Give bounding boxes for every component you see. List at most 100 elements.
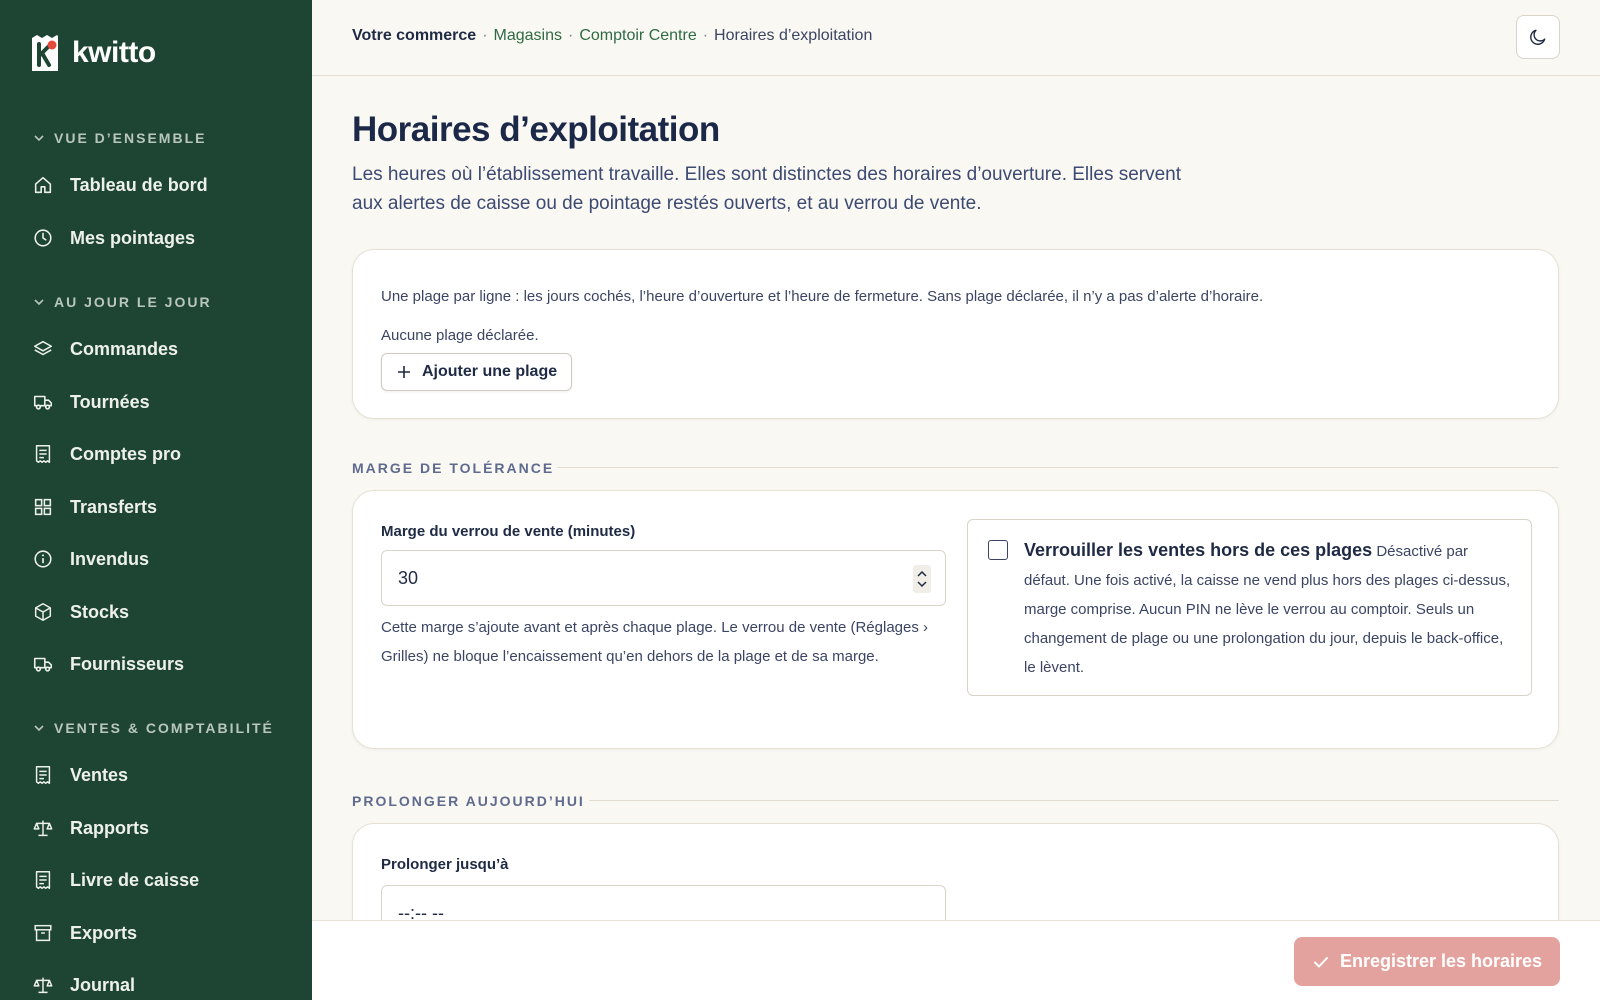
sidebar-item-label: Tableau de bord	[70, 174, 208, 195]
sidebar-item-label: Livre de caisse	[70, 869, 200, 890]
receipt-icon	[35, 766, 51, 784]
sales-lock-description: Une fois activé, la caisse ne vend plus …	[1024, 572, 1511, 676]
section-label-extend: PROLONGER AUJOURD’HUI	[352, 793, 585, 809]
breadcrumb-current: Horaires d’exploitation	[714, 27, 873, 44]
breadcrumb: Votre commerce · Magasins · Comptoir Cen…	[352, 27, 872, 45]
footer-bar: Enregistrer les horaires	[312, 920, 1600, 1000]
extend-card: Prolonger jusqu’à --:-- --	[352, 823, 1559, 920]
section-divider	[557, 467, 1559, 468]
truck-icon	[33, 395, 53, 410]
nav-section-daily[interactable]: AU JOUR LE JOUR	[32, 294, 212, 310]
nav-section-label: AU JOUR LE JOUR	[54, 294, 212, 310]
sales-lock-checkbox[interactable]	[988, 540, 1008, 560]
section-divider	[589, 800, 1559, 801]
nav-section-overview[interactable]: VUE D’ENSEMBLE	[32, 130, 206, 146]
theme-toggle-button[interactable]	[1516, 15, 1560, 59]
receipt-icon	[35, 445, 51, 463]
ranges-empty-state: Aucune plage déclarée.	[381, 327, 539, 344]
nav-section-sales[interactable]: VENTES & COMPTABILITÉ	[32, 720, 274, 736]
sidebar-item-label: Stocks	[70, 601, 130, 622]
add-range-button[interactable]: Ajouter une plage	[381, 353, 573, 391]
plus-icon	[398, 366, 410, 378]
sidebar-item-pro-accounts[interactable]: Comptes pro	[32, 434, 181, 474]
extend-time-placeholder: --:-- --	[398, 902, 444, 921]
sidebar-item-orders[interactable]: Commandes	[32, 329, 178, 369]
ranges-card: Une plage par ligne : les jours cochés, …	[352, 249, 1559, 419]
sidebar-item-cash-book[interactable]: Livre de caisse	[32, 860, 199, 900]
main-content: Horaires d’exploitation Les heures où l’…	[312, 76, 1600, 920]
breadcrumb-separator: ·	[568, 27, 574, 44]
ranges-intro: Une plage par ligne : les jours cochés, …	[381, 288, 1264, 305]
sidebar-item-exports[interactable]: Exports	[32, 913, 137, 953]
chevron-down-icon	[34, 299, 44, 306]
sidebar-item-label: Rapports	[70, 817, 150, 838]
sidebar-item-rounds[interactable]: Tournées	[32, 382, 150, 422]
sales-lock-title: Verrouiller les ventes hors de ces plage…	[1024, 540, 1373, 560]
margin-stepper[interactable]	[913, 565, 931, 593]
sidebar-item-label: Exports	[70, 922, 138, 943]
sidebar-item-unsold[interactable]: Invendus	[32, 539, 149, 579]
check-icon	[1313, 956, 1328, 967]
sidebar-item-label: Tournées	[70, 391, 150, 412]
chevron-down-icon	[34, 725, 44, 732]
sidebar-item-sales[interactable]: Ventes	[32, 755, 128, 795]
clock-icon	[34, 229, 52, 247]
breadcrumb-root[interactable]: Votre commerce	[352, 27, 476, 45]
nav-section-label: VUE D’ENSEMBLE	[54, 130, 207, 146]
margin-help-text: Cette marge s’ajoute avant et après chaq…	[381, 619, 929, 665]
scale-icon	[33, 820, 53, 837]
breadcrumb-store[interactable]: Comptoir Centre	[579, 27, 696, 45]
sidebar-item-label: Journal	[70, 974, 136, 995]
sidebar-item-dashboard[interactable]: Tableau de bord	[32, 165, 208, 205]
sidebar-item-suppliers[interactable]: Fournisseurs	[32, 644, 184, 684]
save-hours-label: Enregistrer les horaires	[1339, 951, 1543, 971]
archive-icon	[34, 924, 52, 942]
brand-name: kwitto	[72, 36, 156, 69]
sidebar-item-reports[interactable]: Rapports	[32, 808, 149, 848]
tolerance-card: Marge du verrou de vente (minutes) 30 Ce…	[352, 490, 1559, 749]
sidebar-item-label: Invendus	[70, 548, 150, 569]
page-title: Horaires d’exploitation	[352, 110, 720, 149]
scale-icon	[33, 977, 53, 994]
margin-input-value: 30	[398, 567, 419, 588]
sidebar-item-label: Mes pointages	[70, 227, 196, 248]
sidebar-item-transfers[interactable]: Transferts	[32, 487, 157, 527]
box-icon	[34, 603, 52, 621]
receipt-icon	[35, 871, 51, 889]
add-range-label: Ajouter une plage	[422, 363, 558, 380]
extend-field-label: Prolonger jusqu’à	[381, 856, 509, 873]
margin-field-label: Marge du verrou de vente (minutes)	[381, 523, 636, 540]
sales-lock-option[interactable]: Verrouiller les ventes hors de ces plage…	[967, 519, 1532, 696]
sidebar-item-label: Fournisseurs	[70, 653, 185, 674]
chevron-down-icon	[34, 135, 44, 142]
truck-icon	[33, 657, 53, 672]
breadcrumb-separator: ·	[482, 27, 488, 44]
sales-lock-text: Verrouiller les ventes hors de ces plage…	[1024, 536, 1512, 682]
moon-icon	[1530, 29, 1546, 45]
sidebar-item-stocks[interactable]: Stocks	[32, 592, 129, 632]
info-icon	[34, 550, 52, 568]
topbar: Votre commerce · Magasins · Comptoir Cen…	[312, 0, 1600, 76]
breadcrumb-separator: ·	[702, 27, 709, 44]
chevron-down-icon[interactable]	[917, 581, 927, 587]
brand[interactable]: kwitto	[30, 34, 156, 72]
save-hours-button[interactable]: Enregistrer les horaires	[1294, 937, 1560, 986]
breadcrumb-stores[interactable]: Magasins	[494, 27, 562, 45]
sidebar-item-label: Commandes	[70, 338, 179, 359]
nav-section-label: VENTES & COMPTABILITÉ	[54, 720, 274, 736]
layers-icon	[33, 340, 53, 356]
sidebar-item-label: Ventes	[70, 764, 129, 785]
section-label-tolerance: MARGE DE TOLÉRANCE	[352, 460, 555, 476]
sidebar: kwitto VUE D’ENSEMBLE Tableau de bord Me…	[0, 0, 312, 1000]
sidebar-item-label: Transferts	[70, 496, 158, 517]
sidebar-item-label: Comptes pro	[70, 443, 182, 464]
margin-input[interactable]: 30	[381, 550, 946, 606]
grid-icon	[34, 498, 52, 516]
kwitto-logo-icon	[30, 34, 60, 72]
sidebar-item-timesheets[interactable]: Mes pointages	[32, 218, 195, 258]
chevron-up-icon[interactable]	[917, 571, 927, 577]
extend-time-input[interactable]: --:-- --	[381, 885, 946, 920]
page-description: Les heures où l’établissement travaille.…	[352, 164, 1182, 214]
home-icon	[34, 176, 52, 194]
sidebar-item-journal[interactable]: Journal	[32, 965, 135, 1000]
